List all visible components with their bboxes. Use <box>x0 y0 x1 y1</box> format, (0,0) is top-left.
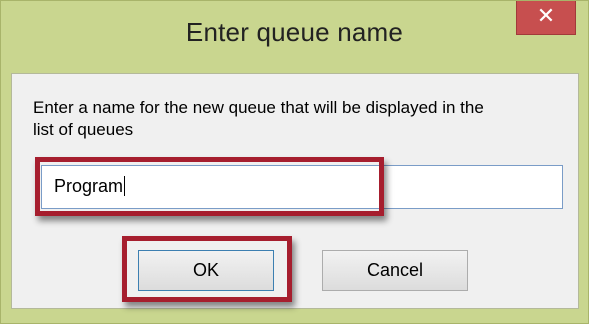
window-title: Enter queue name <box>185 17 404 47</box>
ok-button[interactable]: OK <box>138 250 274 291</box>
title-bar[interactable]: Enter queue name ✕ <box>1 1 588 73</box>
cancel-button[interactable]: Cancel <box>322 250 468 291</box>
dialog-window: Enter queue name ✕ Enter a name for the … <box>0 0 589 324</box>
queue-name-value: Program <box>54 176 126 197</box>
close-icon: ✕ <box>536 4 556 29</box>
queue-name-input[interactable]: Program <box>41 165 563 209</box>
text-caret <box>124 176 126 196</box>
queue-name-text: Program <box>54 176 124 196</box>
prompt-text: Enter a name for the new queue that will… <box>33 98 484 139</box>
close-button[interactable]: ✕ <box>516 1 576 35</box>
